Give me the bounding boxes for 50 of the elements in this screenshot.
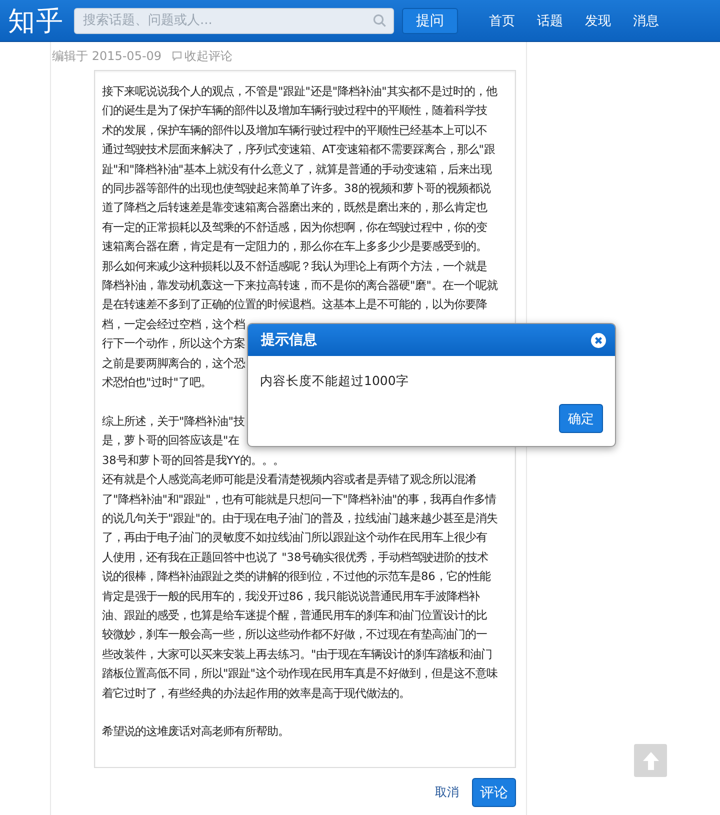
text-line: 了，再由于电子油门的灵敏度不如拉线油门所以跟趾这个动作在民用车上很少有 bbox=[102, 530, 487, 546]
text-line: 那么如何来减少这种损耗以及不舒适感呢？我认为理论上有两个方法，一个就是 bbox=[102, 258, 487, 275]
text-line: 通过驾驶技术层面来解决了，序列式变速箱、AT变速箱都不需要踩离合，那么"跟 bbox=[102, 142, 495, 158]
answer-textarea[interactable] bbox=[94, 70, 516, 768]
comment-icon bbox=[172, 51, 182, 61]
text-line: 降档补油，靠发动机轰这一下来拉高转速，而不是你的离合器硬"磨"。在一个呢就 bbox=[102, 278, 498, 294]
text-line: 道了降档之后转速差是靠变速箱离合器磨出来的，既然是磨出来的，那么肯定也 bbox=[102, 200, 487, 216]
dialog-message: 内容长度不能超过1000字 bbox=[260, 373, 409, 390]
search-field[interactable]: 搜索话题、问题或人... bbox=[74, 8, 394, 34]
text-line: 综上所述，关于"降档补油"技 bbox=[102, 414, 244, 430]
text-line: 之前是要两脚离合的，这个恐 bbox=[102, 356, 245, 372]
up-arrow-icon bbox=[642, 752, 658, 770]
ask-button[interactable]: 提问 bbox=[402, 8, 458, 34]
text-line: 人使用，还有我在正题回答中也说了 "38号确实很优秀，手动档驾驶进阶的技术 bbox=[102, 550, 488, 566]
text-line: 油、跟趾的感受，也算是给车迷提个醒，普通民用车的刹车和油门位置设计的比 bbox=[102, 608, 487, 624]
dialog-title: 提示信息 bbox=[261, 331, 317, 349]
nav-link[interactable]: 发现 bbox=[574, 12, 622, 30]
text-line: 是，萝卜哥的回答应该是"在 bbox=[102, 433, 240, 450]
text-line: 术的发展，保护车辆的部件以及增加车辆行驶过程中的平顺性已经基本上可以不 bbox=[102, 122, 487, 139]
site-logo[interactable]: 知乎 bbox=[8, 2, 70, 38]
text-line: 还有就是个人感觉高老师可能是没看清楚视频内容或者是弄错了观念所以混淆 bbox=[102, 472, 476, 488]
nav-link[interactable]: 首页 bbox=[478, 12, 526, 30]
text-line: 们的诞生是为了保护车辆的部件以及增加车辆行驶过程中的平顺性，随着科学技 bbox=[102, 103, 487, 120]
text-line: 些改装件，大家可以买来安装上再去练习。"由于现在车辆设计的刹车踏板和油门 bbox=[102, 646, 492, 663]
text-line: 希望说的这堆废话对高老师有所帮助。 bbox=[102, 724, 289, 740]
text-line: 肯定是强于一般的民用车的，我没开过86，我只能说说普通民用车手波降档补 bbox=[102, 588, 480, 605]
comment-button[interactable]: 评论 bbox=[472, 778, 516, 807]
text-line: 38号和萝卜哥的回答是我YY的。。。 bbox=[102, 452, 284, 469]
text-line: 档，一定会经过空档，这个档 bbox=[102, 316, 245, 333]
nav-link[interactable]: 消息 bbox=[622, 12, 670, 30]
confirm-button[interactable]: 确定 bbox=[559, 404, 603, 433]
text-line: 接下来呢说说我个人的观点，不管是"跟趾"还是"降档补油"其实都不是过时的，他 bbox=[102, 84, 497, 100]
text-line: 有一定的正常损耗以及驾乘的不舒适感，因为你想啊，你在驾驶过程中，你的变 bbox=[102, 220, 487, 236]
text-line: 是在转速差不多到了正确的位置的时候退档。这基本上是不可能的，以为你要降 bbox=[102, 297, 487, 314]
collapse-comments-link[interactable]: 收起评论 bbox=[172, 48, 233, 64]
text-line: 趾"和"降档补油"基本上就没有什么意义了，就算是普通的手动变速箱，后来出现 bbox=[102, 162, 492, 178]
text-line: 的同步器等部件的出现也使驾驶起来简单了许多。38的视频和萝卜哥的视频都说 bbox=[102, 181, 490, 198]
text-line: 说的很棒，降档补油跟趾之类的讲解的很到位，不过他的示范车是86，它的性能 bbox=[102, 569, 490, 586]
text-line: 踏板位置高低不同，所以"跟趾"这个动作现在民用车真是不好做到，但是这不意味 bbox=[102, 666, 498, 682]
text-line: 着它过时了，有些经典的办法起作用的效率是高于现代做法的。 bbox=[102, 686, 410, 702]
text-line: 速箱离合器在磨，肯定是有一定阻力的，那么你在车上多多少少是要感受到的。 bbox=[102, 239, 487, 256]
text-line: 术恐怕也"过时"了吧。 bbox=[102, 375, 212, 392]
text-line: 的说几句关于"跟趾"的。由于现在电子油门的普及，拉线油门越来越少甚至是消失 bbox=[102, 510, 498, 527]
edit-date: 编辑于 2015-05-09 bbox=[52, 48, 162, 64]
text-line: 行下一个动作，所以这个方案 bbox=[102, 336, 245, 352]
close-icon[interactable] bbox=[591, 332, 606, 348]
nav-link[interactable]: 话题 bbox=[526, 12, 574, 30]
text-line: 了"降档补油"和"跟趾"，也有可能就是只想问一下"降档补油"的事，我再自作多情 bbox=[102, 492, 496, 508]
cancel-link[interactable]: 取消 bbox=[435, 784, 459, 801]
text-line: 较微妙，刹车一般会高一些，所以这些动作都不好做，不过现在有垫高油门的一 bbox=[102, 627, 487, 644]
